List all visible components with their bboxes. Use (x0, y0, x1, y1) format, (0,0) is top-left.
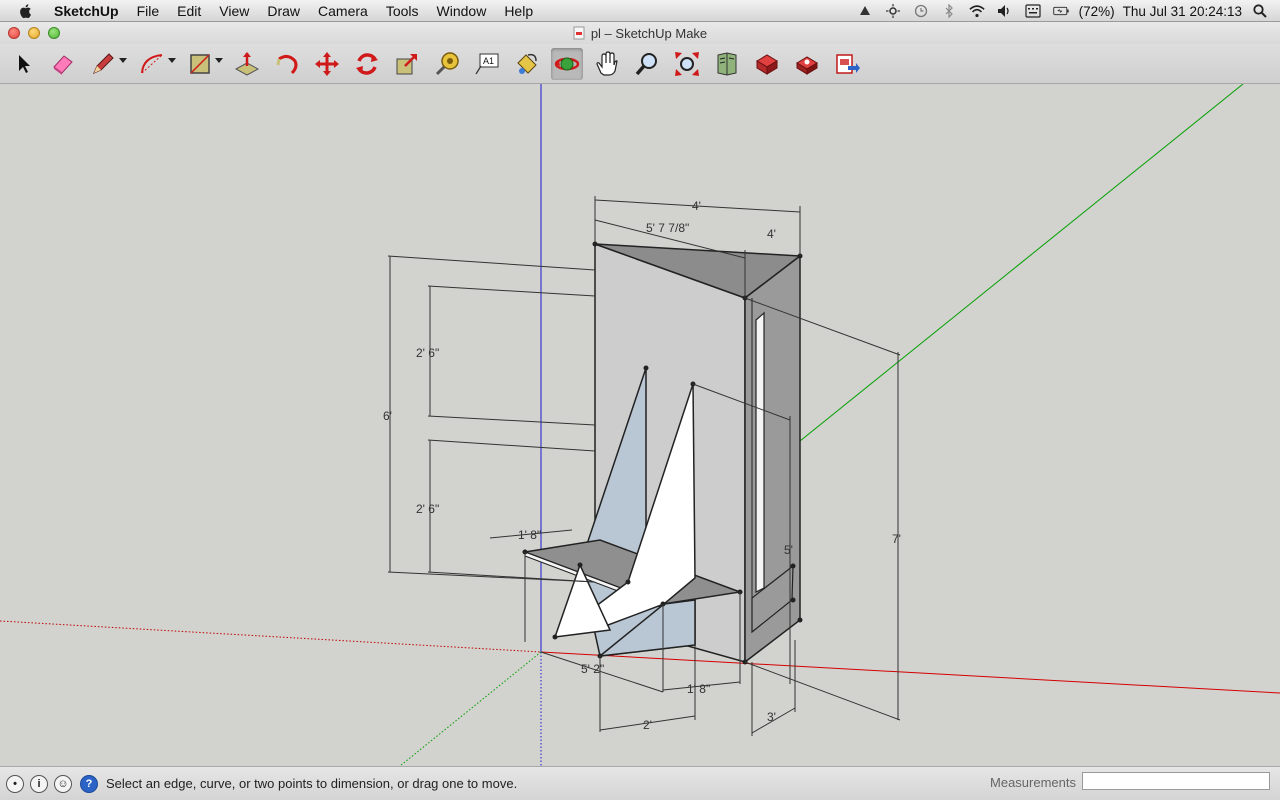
scale-tool-icon[interactable] (391, 48, 423, 80)
dim-upper-spacing: 2' 6" (416, 346, 439, 360)
orbit-tool-icon[interactable] (551, 48, 583, 80)
green-axis-positive (799, 84, 1244, 442)
dim-top-width: 4' (692, 199, 701, 213)
send-to-layout-tool-icon[interactable] (831, 48, 863, 80)
components-tool-icon[interactable] (751, 48, 783, 80)
dim-leg-width: 2' (643, 718, 652, 732)
arc-tool-icon[interactable] (136, 48, 168, 80)
select-tool-icon[interactable] (8, 48, 40, 80)
zoom-tool-icon[interactable] (631, 48, 663, 80)
paint-bucket-tool-icon[interactable] (511, 48, 543, 80)
text-tool-icon[interactable]: A1 (471, 48, 503, 80)
status-message: Select an edge, curve, or two points to … (106, 776, 518, 791)
document-icon (573, 26, 585, 40)
dim-seat-width: 1' 8" (687, 682, 710, 696)
tape-measure-tool-icon[interactable] (431, 48, 463, 80)
menu-tools[interactable]: Tools (377, 0, 428, 22)
spotlight-search-icon[interactable] (1252, 3, 1268, 19)
dim-slot-height: 5' (784, 543, 793, 557)
side-slot (755, 311, 765, 593)
menu-file[interactable]: File (128, 0, 169, 22)
svg-text:A1: A1 (483, 56, 494, 66)
battery-icon[interactable] (1052, 3, 1069, 19)
menu-edit[interactable]: Edit (168, 0, 210, 22)
apple-menu-icon[interactable] (18, 3, 34, 19)
main-toolbar: A1 (0, 44, 1280, 84)
window-close-button[interactable] (8, 27, 20, 39)
window-zoom-button[interactable] (48, 27, 60, 39)
dim-side-width: 3' (767, 710, 776, 724)
menu-sketchup[interactable]: SketchUp (48, 0, 128, 22)
menu-help[interactable]: Help (495, 0, 542, 22)
notification-icon[interactable] (857, 3, 873, 19)
menu-window[interactable]: Window (428, 0, 496, 22)
menu-extras: (72%) Thu Jul 31 20:24:13 (851, 0, 1280, 22)
green-axis-negative (399, 651, 542, 766)
model-viewport[interactable]: 4' 5' 7 7/8" 4' 6' 2' 6" 2' 6" 1' 8" 7' … (0, 84, 1280, 766)
zoom-extents-tool-icon[interactable] (671, 48, 703, 80)
red-axis-negative (0, 620, 542, 653)
window-title: pl – SketchUp Make (590, 25, 708, 41)
status-bar: • i ☺ ? Select an edge, curve, or two po… (0, 766, 1280, 800)
dim-left-height: 6' (383, 409, 392, 423)
move-tool-icon[interactable] (311, 48, 343, 80)
menubar-clock[interactable]: Thu Jul 31 20:24:13 (1123, 4, 1242, 19)
geolocation-icon[interactable]: • (6, 774, 24, 793)
dim-top-diagonal: 5' 7 7/8" (646, 221, 689, 235)
warehouse-tool-icon[interactable] (711, 48, 743, 80)
window-minimize-button[interactable] (28, 27, 40, 39)
user-account-icon[interactable]: ☺ (54, 774, 72, 793)
rectangle-tool-icon[interactable] (184, 48, 216, 80)
measurements-input[interactable] (1082, 772, 1270, 790)
volume-icon[interactable] (997, 3, 1013, 19)
instructor-help-icon[interactable]: ? (80, 774, 98, 793)
brightness-icon[interactable] (885, 3, 901, 19)
follow-me-tool-icon[interactable] (271, 48, 303, 80)
model-scene[interactable]: 4' 5' 7 7/8" 4' 6' 2' 6" 2' 6" 1' 8" 7' … (0, 84, 1280, 766)
pencil-tool-icon[interactable] (87, 48, 119, 80)
bluetooth-icon[interactable] (941, 3, 957, 19)
push-pull-tool-icon[interactable] (231, 48, 263, 80)
menu-draw[interactable]: Draw (258, 0, 309, 22)
time-machine-icon[interactable] (913, 3, 929, 19)
dim-lower-spacing: 2' 6" (416, 502, 439, 516)
credits-icon[interactable]: i (30, 774, 48, 793)
red-axis-positive (540, 651, 1280, 694)
eraser-tool-icon[interactable] (47, 48, 79, 80)
menu-view[interactable]: View (210, 0, 258, 22)
pan-tool-icon[interactable] (591, 48, 623, 80)
dim-base-length: 5' 2" (581, 662, 604, 676)
window-title-bar: pl – SketchUp Make (0, 22, 1280, 44)
menu-camera[interactable]: Camera (309, 0, 377, 22)
menu-bar: SketchUp File Edit View Draw Camera Tool… (0, 0, 1280, 22)
wifi-icon[interactable] (969, 3, 985, 19)
shape-dropdown-icon[interactable] (215, 58, 223, 63)
measurements-label: Measurements (990, 775, 1076, 790)
arc-dropdown-icon[interactable] (168, 58, 176, 63)
dim-seat-depth: 1' 8" (518, 528, 541, 542)
dim-top-depth: 4' (767, 227, 776, 241)
input-menu-icon[interactable] (1025, 3, 1041, 19)
extension-tool-icon[interactable] (791, 48, 823, 80)
battery-percent: (72%) (1078, 3, 1115, 19)
rotate-tool-icon[interactable] (351, 48, 383, 80)
pencil-dropdown-icon[interactable] (119, 58, 127, 63)
dim-total-height: 7' (892, 532, 901, 546)
